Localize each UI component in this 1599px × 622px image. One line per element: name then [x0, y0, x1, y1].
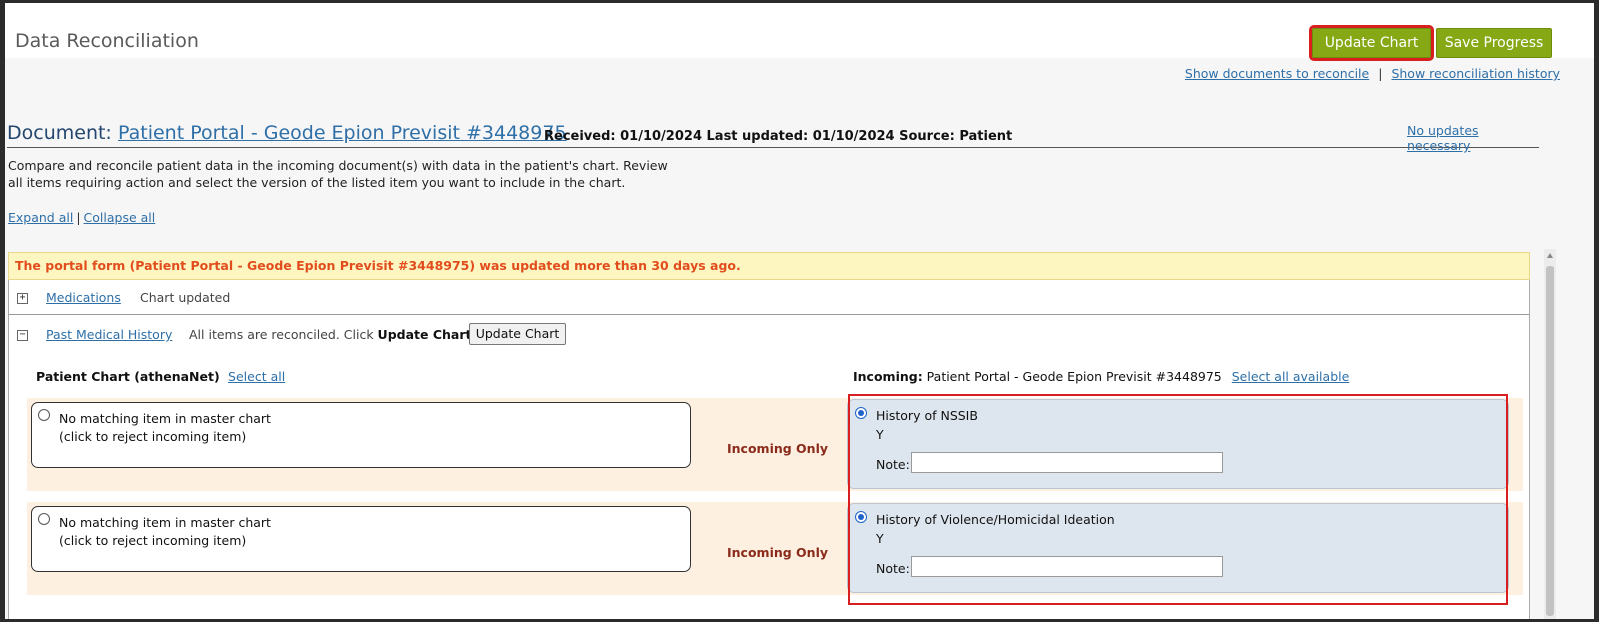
show-documents-link[interactable]: Show documents to reconcile	[1185, 66, 1369, 81]
medications-status: Chart updated	[140, 290, 231, 305]
scroll-up-arrow-icon[interactable]	[1547, 253, 1553, 258]
header-bar: Data Reconciliation Update Chart Save Pr…	[5, 3, 1594, 61]
patient-chart-label: Patient Chart (athenaNet)	[36, 369, 220, 384]
top-links: Show documents to reconcile | Show reconci…	[1185, 66, 1560, 81]
incoming-item-title: History of NSSIB	[876, 408, 978, 423]
expand-separator: |	[76, 210, 81, 225]
chart-option-line2: (click to reject incoming item)	[59, 533, 247, 548]
accept-radio[interactable]	[855, 511, 867, 523]
section-medications: + Medications Chart updated	[9, 280, 1529, 315]
chart-option-text: No matching item in master chart (click …	[59, 514, 271, 550]
document-header: Document: Patient Portal - Geode Epion P…	[7, 121, 1539, 153]
pmh-status-text: All items are reconciled. Click	[189, 327, 378, 342]
select-all-link[interactable]: Select all	[228, 369, 285, 384]
collapse-all-link[interactable]: Collapse all	[84, 210, 156, 225]
document-label: Document:	[7, 122, 112, 144]
expand-all-link[interactable]: Expand all	[8, 210, 73, 225]
chart-option-text: No matching item in master chart (click …	[59, 410, 271, 446]
chart-option-line2: (click to reject incoming item)	[59, 429, 247, 444]
medications-link[interactable]: Medications	[46, 290, 121, 305]
pmh-update-chart-button[interactable]: Update Chart	[469, 323, 566, 345]
incoming-source: Patient Portal - Geode Epion Previsit #3…	[922, 369, 1222, 384]
document-name-link[interactable]: Patient Portal - Geode Epion Previsit #3…	[118, 122, 567, 144]
chart-option-box[interactable]: No matching item in master chart (click …	[31, 506, 691, 572]
note-label: Note:	[876, 457, 910, 472]
accept-radio[interactable]	[855, 407, 867, 419]
incoming-label: Incoming:	[853, 369, 923, 384]
update-chart-button[interactable]: Update Chart	[1309, 25, 1434, 61]
no-updates-link[interactable]: No updates necessary	[1407, 123, 1539, 153]
past-medical-history-link[interactable]: Past Medical History	[46, 327, 172, 342]
expand-controls: Expand all | Collapse all	[8, 210, 155, 225]
scroll-thumb[interactable]	[1546, 266, 1554, 616]
save-progress-button[interactable]: Save Progress	[1436, 28, 1552, 58]
incoming-option-box[interactable]: History of Violence/Homicidal Ideation Y…	[847, 503, 1509, 593]
app-frame: Data Reconciliation Update Chart Save Pr…	[5, 3, 1594, 619]
warning-banner: The portal form (Patient Portal - Geode …	[8, 252, 1530, 280]
link-separator: |	[1378, 66, 1383, 81]
incoming-item-value: Y	[876, 531, 884, 546]
reject-radio[interactable]	[38, 409, 50, 421]
note-label: Note:	[876, 561, 910, 576]
select-all-available-link[interactable]: Select all available	[1232, 369, 1350, 384]
document-meta: Received: 01/10/2024 Last updated: 01/10…	[544, 129, 1013, 144]
expand-toggle-icon[interactable]: +	[17, 293, 28, 304]
pmh-status: All items are reconciled. Click Update C…	[189, 327, 471, 342]
row-status: Incoming Only	[727, 441, 829, 456]
reconcile-row: No matching item in master chart (click …	[27, 502, 1523, 595]
incoming-item-title: History of Violence/Homicidal Ideation	[876, 512, 1115, 527]
page-title: Data Reconciliation	[15, 30, 199, 52]
note-input[interactable]	[911, 452, 1223, 473]
chart-option-line1: No matching item in master chart	[59, 411, 271, 426]
chart-option-box[interactable]: No matching item in master chart (click …	[31, 402, 691, 468]
chart-option-line1: No matching item in master chart	[59, 515, 271, 530]
reconcile-row: No matching item in master chart (click …	[27, 398, 1523, 491]
pmh-status-bold: Update Chart	[377, 327, 472, 342]
vertical-scrollbar[interactable]	[1544, 249, 1556, 619]
incoming-option-box[interactable]: History of NSSIB Y Note:	[847, 399, 1509, 489]
show-history-link[interactable]: Show reconciliation history	[1391, 66, 1560, 81]
patient-chart-heading: Patient Chart (athenaNet) Select all	[36, 369, 285, 384]
reject-radio[interactable]	[38, 513, 50, 525]
incoming-heading: Incoming: Patient Portal - Geode Epion P…	[853, 369, 1349, 384]
collapse-toggle-icon[interactable]: −	[17, 330, 28, 341]
incoming-item-value: Y	[876, 427, 884, 442]
row-status: Incoming Only	[727, 545, 829, 560]
reconciliation-panel: + Medications Chart updated − Past Medic…	[8, 280, 1530, 619]
note-input[interactable]	[911, 556, 1223, 577]
instructions-text: Compare and reconcile patient data in th…	[8, 158, 668, 190]
